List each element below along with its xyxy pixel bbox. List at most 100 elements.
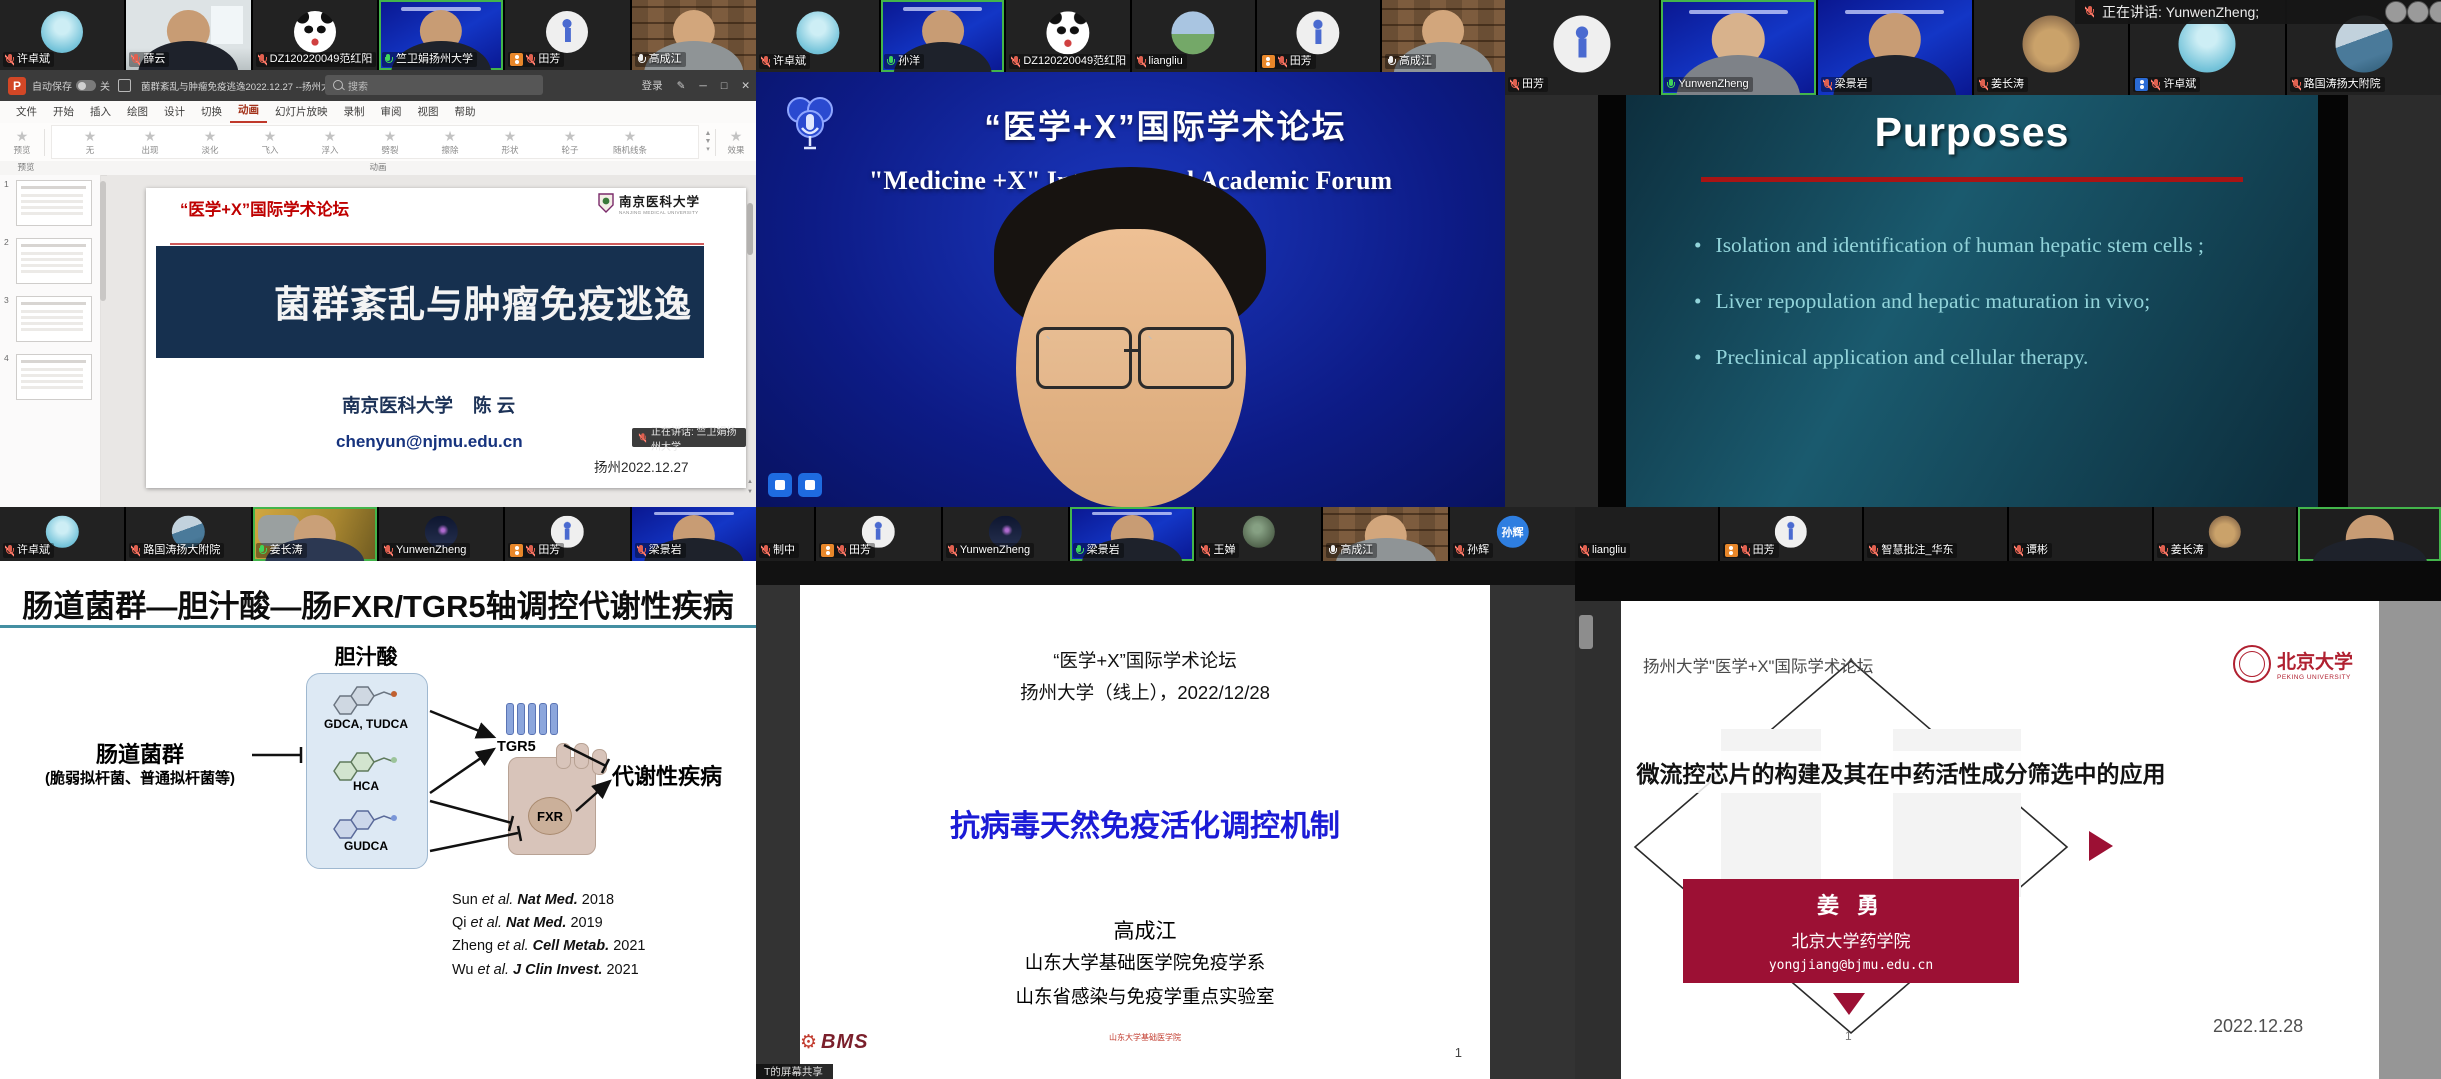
animation-label: 擦除 — [420, 144, 480, 156]
participant-tile[interactable]: 姜长涛 — [253, 507, 377, 561]
ribbon-tab[interactable]: 设计 — [156, 101, 193, 123]
reaction-icon[interactable] — [798, 473, 822, 497]
participant-tile[interactable]: 梁景岩 — [1818, 0, 1972, 95]
participant-tile[interactable]: 田芳 — [1505, 0, 1659, 95]
antiviral-slide-panel[interactable]: “医学+X”国际学术论坛 扬州大学（线上），2022/12/28 抗病毒天然免疫… — [756, 561, 1575, 1079]
participant-tile[interactable]: 田芳 — [505, 0, 629, 70]
participant-tile[interactable]: DZ120220049范红阳 — [253, 0, 377, 70]
slide-editing-area[interactable]: “医学+X”国际学术论坛 南京医科大学 NANJING MEDICAL UNIV… — [146, 188, 746, 488]
login-button[interactable]: 登录 — [642, 78, 663, 93]
ribbon-tab[interactable]: 录制 — [336, 101, 373, 123]
preview-button[interactable]: ★ 预览 — [0, 129, 45, 156]
participant-tile[interactable]: 田芳 — [816, 507, 941, 561]
participant-tile[interactable]: liangliu — [1132, 0, 1255, 72]
participant-tile[interactable] — [2298, 507, 2441, 561]
participant-tile[interactable]: 许卓斌 — [0, 0, 124, 70]
next-slide-button[interactable]: ▼ — [746, 489, 754, 495]
slide-thumbnail[interactable]: 2 — [0, 233, 100, 291]
mic-icon — [761, 545, 770, 557]
gallery-scroll-buttons[interactable]: ▲▼▾ — [701, 130, 715, 154]
participant-tile[interactable]: 梁景岩 — [1070, 507, 1195, 561]
animation-option[interactable]: ★ 形状 — [480, 129, 540, 156]
participant-tile[interactable]: 竺卫娟扬州大学 — [379, 0, 503, 70]
participant-label: 田芳 — [1508, 77, 1548, 92]
ribbon-tab[interactable]: 视图 — [410, 101, 447, 123]
slide-thumbnail[interactable]: 1 — [0, 175, 100, 233]
ribbon-tab[interactable]: 帮助 — [447, 101, 484, 123]
star-icon: ★ — [60, 129, 120, 144]
participant-tile[interactable]: 高成江 — [1382, 0, 1505, 72]
participant-tile[interactable]: DZ120220049范红阳 — [1006, 0, 1129, 72]
previous-slide-button[interactable]: ▲ — [746, 479, 754, 485]
rail-scrollbar[interactable] — [100, 181, 106, 301]
participant-avatar — [2023, 15, 2080, 72]
participant-tile[interactable]: 田芳 — [1720, 507, 1863, 561]
speaker-video-panel[interactable]: “医学+X”国际学术论坛 "Medicine +X" International… — [756, 72, 1505, 507]
slide-thumbnail[interactable]: 4 — [0, 349, 100, 407]
animation-label: 轮子 — [540, 144, 600, 156]
pen-icon[interactable]: ✎ — [677, 80, 686, 92]
animation-option[interactable]: ★ 轮子 — [540, 129, 600, 156]
ribbon-tab[interactable]: 文件 — [8, 101, 45, 123]
ribbon-tab[interactable]: 插入 — [82, 101, 119, 123]
participant-tile[interactable]: 智慧批注_华东 — [1864, 507, 2007, 561]
animation-option[interactable]: ★ 出现 — [120, 129, 180, 156]
animation-option[interactable]: ★ 淡化 — [180, 129, 240, 156]
participant-tile[interactable]: 薛云 — [126, 0, 250, 70]
slide-thumbnail[interactable]: 3 — [0, 291, 100, 349]
participant-tile[interactable]: 孙洋 — [881, 0, 1004, 72]
participant-tile[interactable]: YunwenZheng — [943, 507, 1068, 561]
close-button[interactable]: ✕ — [741, 80, 750, 92]
participant-tile[interactable]: 田芳 — [505, 507, 629, 561]
participant-tile[interactable]: 孙辉 孙辉 — [1450, 507, 1575, 561]
participant-tile[interactable]: 姜长涛 — [2154, 507, 2297, 561]
speaker-name: 姜 勇 — [1683, 888, 2019, 920]
animation-option[interactable]: ★ 浮入 — [300, 129, 360, 156]
participant-tile[interactable]: 王婵 — [1196, 507, 1321, 561]
ribbon-tab[interactable]: 审阅 — [373, 101, 410, 123]
save-icon[interactable] — [118, 79, 131, 92]
canvas-scrollbar[interactable]: ▲ ▼ — [746, 185, 754, 497]
participant-tile[interactable]: 田芳 — [1257, 0, 1380, 72]
reaction-icon[interactable] — [768, 473, 792, 497]
autosave-label: 自动保存 — [32, 78, 72, 93]
ribbon-tab[interactable]: 切换 — [193, 101, 230, 123]
toggle-switch[interactable] — [76, 80, 96, 91]
effect-options-button[interactable]: ★ 效果 — [715, 129, 756, 156]
autosave-toggle[interactable]: 自动保存 关 — [32, 78, 110, 93]
maximize-button[interactable]: □ — [721, 80, 727, 92]
ribbon-group-row: 预览 动画 — [0, 161, 756, 176]
participant-tile[interactable]: 高成江 — [632, 0, 756, 70]
participant-tile[interactable]: 高成江 — [1323, 507, 1448, 561]
animation-option[interactable]: ★ 随机线条 — [600, 129, 660, 156]
minimize-button[interactable]: ─ — [699, 80, 706, 92]
ribbon-tab[interactable]: 绘图 — [119, 101, 156, 123]
ribbon-tab[interactable]: 动画 — [230, 99, 267, 123]
participant-name: 高成江 — [1340, 544, 1373, 557]
participant-tile[interactable]: 路国涛扬大附院 — [126, 507, 250, 561]
search-box[interactable]: 搜索 — [325, 75, 543, 95]
participant-tile[interactable]: 制中 — [756, 507, 814, 561]
reaction-icons[interactable] — [768, 473, 822, 497]
participant-tile[interactable]: YunwenZheng — [1661, 0, 1815, 95]
animation-option[interactable]: ★ 擦除 — [420, 129, 480, 156]
forum-line: “医学+X”国际学术论坛 — [800, 647, 1490, 673]
participant-tile[interactable]: YunwenZheng — [379, 507, 503, 561]
bile-acid-slide-panel[interactable]: 肠道菌群—胆汁酸—肠FXR/TGR5轴调控代谢性疾病 胆汁酸 GDCA, TUD… — [0, 561, 756, 1079]
scrollbar-thumb[interactable] — [747, 203, 753, 255]
animation-option[interactable]: ★ 飞入 — [240, 129, 300, 156]
purposes-slide-panel[interactable]: Purposes •Isolation and identification o… — [1505, 95, 2441, 507]
animation-option[interactable]: ★ 劈裂 — [360, 129, 420, 156]
participant-tile[interactable]: 谭彬 — [2009, 507, 2152, 561]
ribbon-tab[interactable]: 开始 — [45, 101, 82, 123]
microfluidic-slide-panel[interactable]: 扬州大学"医学+X"国际学术论坛 北京大学 PEKING UNIVERSITY … — [1575, 561, 2441, 1079]
star-icon: ★ — [300, 129, 360, 144]
participant-tile[interactable]: 许卓斌 — [0, 507, 124, 561]
ribbon-tab[interactable]: 幻灯片放映 — [267, 101, 336, 123]
participant-tile[interactable]: 许卓斌 — [756, 0, 879, 72]
participant-tile[interactable]: 梁景岩 — [632, 507, 756, 561]
bullet-item: •Isolation and identification of human h… — [1694, 233, 2288, 258]
participant-tile[interactable]: liangliu — [1575, 507, 1718, 561]
animation-option[interactable]: ★ 无 — [60, 129, 120, 156]
side-toolbar-button[interactable] — [1579, 615, 1593, 649]
